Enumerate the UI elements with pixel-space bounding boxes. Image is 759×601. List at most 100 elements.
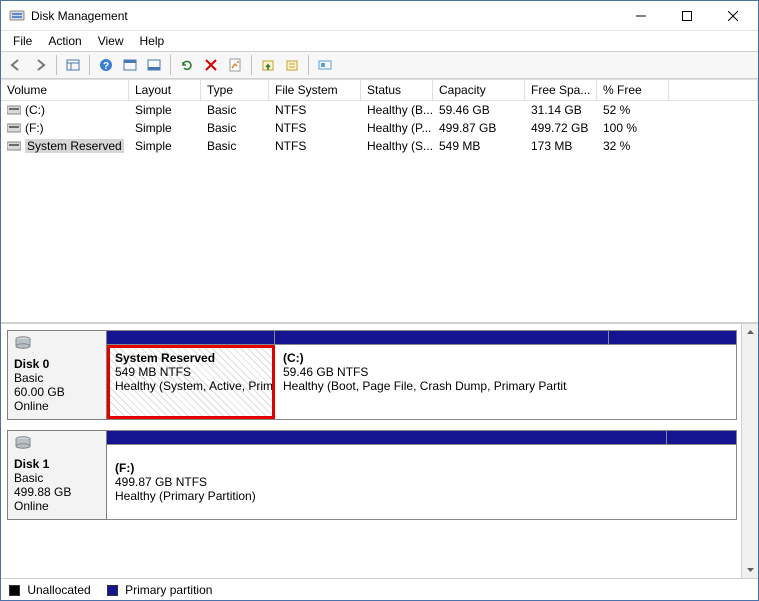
delete-button[interactable] [200,54,222,76]
disk-cap [107,431,736,445]
disk-map-content[interactable]: Disk 0Basic60.00 GBOnlineSystem Reserved… [1,324,741,578]
volume-body[interactable]: (C:)SimpleBasicNTFSHealthy (B...59.46 GB… [1,101,758,155]
more-button[interactable] [281,54,303,76]
disk-stack-icon [14,335,100,353]
menubar: File Action View Help [1,31,758,51]
menu-file[interactable]: File [5,32,40,50]
cell-layout: Simple [129,138,201,154]
cell-volume: (C:) [1,102,129,118]
forward-button[interactable] [29,54,51,76]
volume-row[interactable]: (F:)SimpleBasicNTFSHealthy (P...499.87 G… [1,119,758,137]
maximize-button[interactable] [664,1,710,30]
disk-partitions: System Reserved549 MB NTFSHealthy (Syste… [107,330,737,420]
partition-status: Healthy (System, Active, Prim [115,379,266,393]
cell-status: Healthy (P... [361,120,433,136]
volume-row[interactable]: (C:)SimpleBasicNTFSHealthy (B...59.46 GB… [1,101,758,119]
partition[interactable]: (C:)59.46 GB NTFSHealthy (Boot, Page Fil… [275,345,609,419]
cell-capacity: 549 MB [433,138,525,154]
scroll-down-icon[interactable] [742,561,758,578]
menu-view[interactable]: View [90,32,132,50]
disk-kind: Basic [14,471,100,485]
toolbar-sep [89,55,90,75]
volume-list[interactable]: VolumeLayoutTypeFile SystemStatusCapacit… [1,79,758,324]
partition-sub: 499.87 GB NTFS [115,475,659,489]
column-header-capacity[interactable]: Capacity [433,79,525,100]
partition-label: (F:) [115,461,659,475]
settings-top-button[interactable] [119,54,141,76]
cell-fs: NTFS [269,102,361,118]
cell-status: Healthy (B... [361,102,433,118]
properties-button[interactable] [224,54,246,76]
menu-help[interactable]: Help [132,32,173,50]
drive-icon [7,105,21,115]
column-header-pct[interactable]: % Free [597,79,669,100]
partition-status: Healthy (Primary Partition) [115,489,659,503]
partition-row: System Reserved549 MB NTFSHealthy (Syste… [107,345,736,419]
partition-sub: 549 MB NTFS [115,365,266,379]
toolbar: ? [1,51,758,79]
scroll-track[interactable] [742,341,758,561]
partition[interactable]: System Reserved549 MB NTFSHealthy (Syste… [107,345,275,419]
partition-sub: 59.46 GB NTFS [283,365,601,379]
swatch-blue-icon [107,585,118,596]
disk-name: Disk 0 [14,355,100,371]
disk-state: Online [14,399,100,413]
settings-bottom-button[interactable] [143,54,165,76]
column-header-layout[interactable]: Layout [129,79,201,100]
disk-info[interactable]: Disk 0Basic60.00 GBOnline [7,330,107,420]
legend-primary-label: Primary partition [125,583,212,597]
legend-primary: Primary partition [107,583,213,597]
close-button[interactable] [710,1,756,30]
legend-unallocated-label: Unallocated [27,583,90,597]
app-icon [9,8,25,24]
toolbar-sep [308,55,309,75]
disk-map: Disk 0Basic60.00 GBOnlineSystem Reserved… [1,324,758,578]
column-header-volume[interactable]: Volume [1,79,129,100]
disk-size: 499.88 GB [14,485,100,499]
column-header-free[interactable]: Free Spa... [525,79,597,100]
toolbar-sep [170,55,171,75]
disk-size: 60.00 GB [14,385,100,399]
menu-action[interactable]: Action [40,32,89,50]
help-button[interactable]: ? [95,54,117,76]
column-header-type[interactable]: Type [201,79,269,100]
svg-text:?: ? [103,61,109,72]
action-button[interactable] [257,54,279,76]
disk-partitions: (F:)499.87 GB NTFSHealthy (Primary Parti… [107,430,737,520]
scroll-up-icon[interactable] [742,324,758,341]
disk-name: Disk 1 [14,455,100,471]
cell-status: Healthy (S... [361,138,433,154]
cell-capacity: 59.46 GB [433,102,525,118]
disk-scrollbar[interactable] [741,324,758,578]
volume-row[interactable]: System ReservedSimpleBasicNTFSHealthy (S… [1,137,758,155]
drive-icon [7,123,21,133]
column-header-fs[interactable]: File System [269,79,361,100]
column-header-filler [669,79,758,100]
partition[interactable]: (F:)499.87 GB NTFSHealthy (Primary Parti… [107,445,667,519]
titlebar: Disk Management [1,1,758,31]
back-button[interactable] [5,54,27,76]
column-header-status[interactable]: Status [361,79,433,100]
volume-header: VolumeLayoutTypeFile SystemStatusCapacit… [1,79,758,101]
cell-type: Basic [201,102,269,118]
cell-fs: NTFS [269,120,361,136]
cell-volume: (F:) [1,120,129,136]
minimize-button[interactable] [618,1,664,30]
legend: Unallocated Primary partition [1,578,758,600]
refresh-button[interactable] [176,54,198,76]
disk-row: Disk 0Basic60.00 GBOnlineSystem Reserved… [7,330,737,420]
disk-kind: Basic [14,371,100,385]
disk-cap [107,331,736,345]
cell-free: 173 MB [525,138,597,154]
cell-volume: System Reserved [1,138,129,154]
legend-unallocated: Unallocated [9,583,91,597]
cell-pct: 52 % [597,102,669,118]
disk-info[interactable]: Disk 1Basic499.88 GBOnline [7,430,107,520]
partition-label: (C:) [283,351,601,365]
show-hide-button[interactable] [62,54,84,76]
extra-button[interactable] [314,54,336,76]
partition-status: Healthy (Boot, Page File, Crash Dump, Pr… [283,379,601,393]
cell-layout: Simple [129,120,201,136]
cell-capacity: 499.87 GB [433,120,525,136]
cell-type: Basic [201,138,269,154]
